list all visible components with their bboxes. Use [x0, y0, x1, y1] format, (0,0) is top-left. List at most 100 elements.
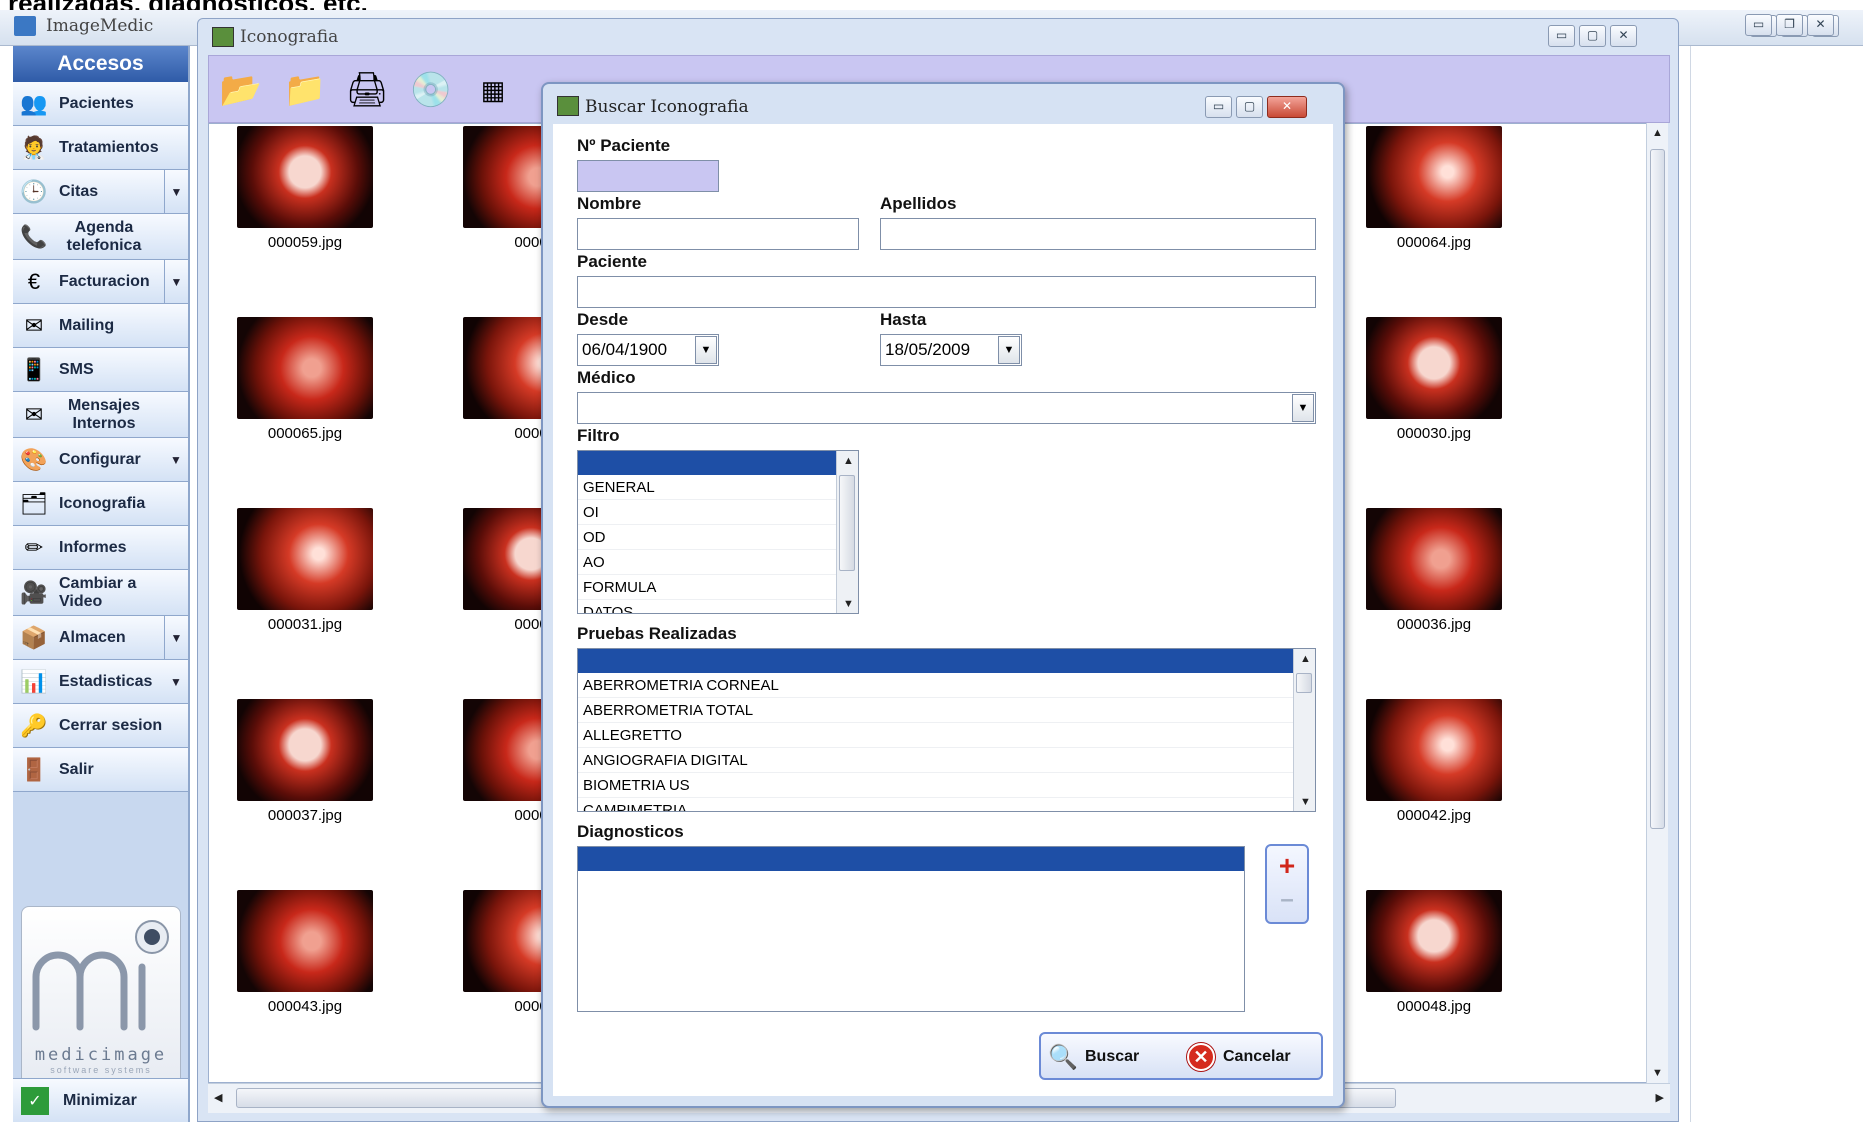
thumbnail-image[interactable] [1366, 699, 1502, 801]
scroll-thumb[interactable] [1650, 149, 1665, 829]
sidebar-item-estadisticas[interactable]: 📊 Estadisticas ▼ [13, 660, 188, 704]
thumbnail-image[interactable] [1366, 317, 1502, 419]
chevron-down-icon[interactable]: ▼ [164, 170, 188, 213]
add-icon[interactable]: + [1267, 850, 1307, 882]
scroll-right-icon[interactable]: ▶ [1656, 1091, 1664, 1104]
thumbnail-image[interactable] [237, 699, 373, 801]
minimize-window-icon[interactable]: ▭ [1548, 25, 1575, 47]
view-grid-icon[interactable]: ▦ [467, 66, 519, 114]
list-item[interactable]: BIOMETRIA US [578, 773, 1293, 798]
thumbnail-filename: 000059.jpg [267, 234, 343, 251]
chevron-down-icon[interactable]: ▼ [695, 336, 717, 364]
diagnosticos-label: Diagnosticos [577, 822, 684, 841]
chevron-down-icon[interactable]: ▼ [164, 616, 188, 659]
sidebar-item-mailing[interactable]: ✉ Mailing [13, 304, 188, 348]
scroll-down-icon[interactable]: ▼ [1652, 1067, 1663, 1079]
sidebar-item-salir[interactable]: 🚪 Salir [13, 748, 188, 792]
disc-icon[interactable]: 💿 [405, 66, 457, 114]
apellidos-input[interactable] [880, 218, 1316, 250]
desde-date-picker[interactable]: 06/04/1900 ▼ [577, 334, 719, 366]
sidebar-item-iconografia[interactable]: 🗂 Iconografia [13, 482, 188, 526]
scroll-up-icon[interactable]: ▲ [1300, 653, 1311, 665]
sidebar-item-cerrar-sesion[interactable]: 🔑 Cerrar sesion [13, 704, 188, 748]
remove-icon[interactable]: – [1267, 886, 1307, 914]
n-paciente-label: Nº Paciente [577, 136, 671, 155]
scroll-down-icon[interactable]: ▼ [1300, 796, 1311, 808]
thumbnail-image[interactable] [237, 317, 373, 419]
close-window-icon[interactable]: ✕ [1267, 96, 1307, 118]
scroll-up-icon[interactable]: ▲ [1652, 127, 1663, 139]
minimize-sidebar-button[interactable]: ✓ Minimizar [13, 1078, 188, 1122]
sidebar-item-pacientes[interactable]: 👥 Pacientes [13, 82, 188, 126]
pruebas-scrollbar[interactable]: ▲ ▼ [1293, 649, 1315, 811]
list-item[interactable]: OI [578, 500, 836, 525]
sidebar-item-informes[interactable]: ✏ Informes [13, 526, 188, 570]
minimize-window-icon[interactable]: ▭ [1205, 96, 1232, 118]
sidebar-item-agenda[interactable]: 📞 Agenda telefonica [13, 214, 188, 260]
buscar-button[interactable]: 🔍 Buscar [1047, 1040, 1139, 1074]
chevron-down-icon[interactable]: ▼ [998, 336, 1020, 364]
thumbnail-image[interactable] [237, 508, 373, 610]
chevron-down-icon[interactable]: ▼ [164, 260, 188, 303]
minimize-window-icon[interactable]: ▭ [1745, 14, 1772, 36]
check-icon: ✓ [21, 1086, 49, 1115]
thumbnail-image[interactable] [1366, 508, 1502, 610]
sidebar-item-sms[interactable]: 📱 SMS [13, 348, 188, 392]
sidebar-item-configurar[interactable]: 🎨 Configurar ▼ [13, 438, 188, 482]
restore-window-icon[interactable]: ❐ [1776, 14, 1803, 36]
scroll-thumb[interactable] [1296, 673, 1312, 693]
thumbnail-image[interactable] [237, 890, 373, 992]
vertical-scrollbar[interactable]: ▲ ▼ [1646, 123, 1668, 1083]
n-paciente-input[interactable] [577, 160, 719, 192]
list-item[interactable]: GENERAL [578, 475, 836, 500]
chevron-down-icon[interactable]: ▼ [164, 660, 188, 703]
list-item[interactable]: ALLEGRETTO [578, 723, 1293, 748]
medico-select[interactable]: ▼ [577, 392, 1316, 424]
list-item[interactable]: FORMULA [578, 575, 836, 600]
sidebar-item-tratamientos[interactable]: 🧑‍⚕️ Tratamientos [13, 126, 188, 170]
pruebas-listbox[interactable]: ABERROMETRIA CORNEAL ABERROMETRIA TOTAL AL… [577, 648, 1316, 812]
thumbnail-image[interactable] [237, 126, 373, 228]
hasta-date-picker[interactable]: 18/05/2009 ▼ [880, 334, 1022, 366]
list-item[interactable]: CAMPIMETRIA [578, 798, 1293, 811]
logo-name: medicimage [34, 1045, 168, 1065]
list-item[interactable]: OD [578, 525, 836, 550]
list-item[interactable]: ANGIOGRAFIA DIGITAL [578, 748, 1293, 773]
chevron-down-icon[interactable]: ▼ [164, 438, 188, 481]
filtro-listbox[interactable]: GENERAL OI OD AO FORMULA DATOS ▲ ▼ [577, 450, 859, 614]
list-item[interactable]: ABERROMETRIA CORNEAL [578, 673, 1293, 698]
scroll-left-icon[interactable]: ◀ [214, 1091, 222, 1104]
printer-icon[interactable]: 🖨 [341, 66, 393, 114]
sidebar-item-almacen[interactable]: 📦 Almacen ▼ [13, 616, 188, 660]
scroll-up-icon[interactable]: ▲ [843, 455, 854, 467]
open-folder-icon[interactable]: 📂 [215, 66, 267, 114]
invoice-icon: € [27, 268, 41, 294]
scroll-down-icon[interactable]: ▼ [843, 598, 854, 610]
thumbnail-image[interactable] [1366, 126, 1502, 228]
selected-list-item[interactable] [578, 451, 836, 475]
close-window-icon[interactable]: ✕ [1807, 14, 1834, 36]
maximize-window-icon[interactable]: ▢ [1579, 25, 1606, 47]
sidebar-item-mensajes[interactable]: ✉ Mensajes Internos [13, 392, 188, 438]
sidebar-item-video[interactable]: 🎥 Cambiar a Video [13, 570, 188, 616]
paciente-input[interactable] [577, 276, 1316, 308]
cancelar-button[interactable]: ✕ Cancelar [1187, 1040, 1291, 1074]
maximize-window-icon[interactable]: ▢ [1236, 96, 1263, 118]
nombre-input[interactable] [577, 218, 859, 250]
list-item[interactable]: AO [578, 550, 836, 575]
thumbnail-image[interactable] [1366, 890, 1502, 992]
selected-list-item[interactable] [578, 649, 1293, 673]
close-window-icon[interactable]: ✕ [1610, 25, 1637, 47]
sidebar-item-citas[interactable]: 🕒 Citas ▼ [13, 170, 188, 214]
diagnosticos-listbox[interactable] [577, 846, 1245, 1012]
sidebar-item-facturacion[interactable]: € Facturacion ▼ [13, 260, 188, 304]
selected-list-item[interactable] [578, 847, 1244, 871]
scroll-thumb[interactable] [839, 475, 855, 571]
filtro-scrollbar[interactable]: ▲ ▼ [836, 451, 858, 613]
list-item[interactable]: ABERROMETRIA TOTAL [578, 698, 1293, 723]
pruebas-items: ABERROMETRIA CORNEAL ABERROMETRIA TOTAL AL… [578, 673, 1293, 811]
list-item[interactable]: DATOS [578, 600, 836, 613]
chevron-down-icon[interactable]: ▼ [1292, 394, 1314, 422]
sidebar-item-label: Facturacion [59, 272, 150, 290]
folder-search-icon[interactable]: 📁 [279, 66, 331, 114]
